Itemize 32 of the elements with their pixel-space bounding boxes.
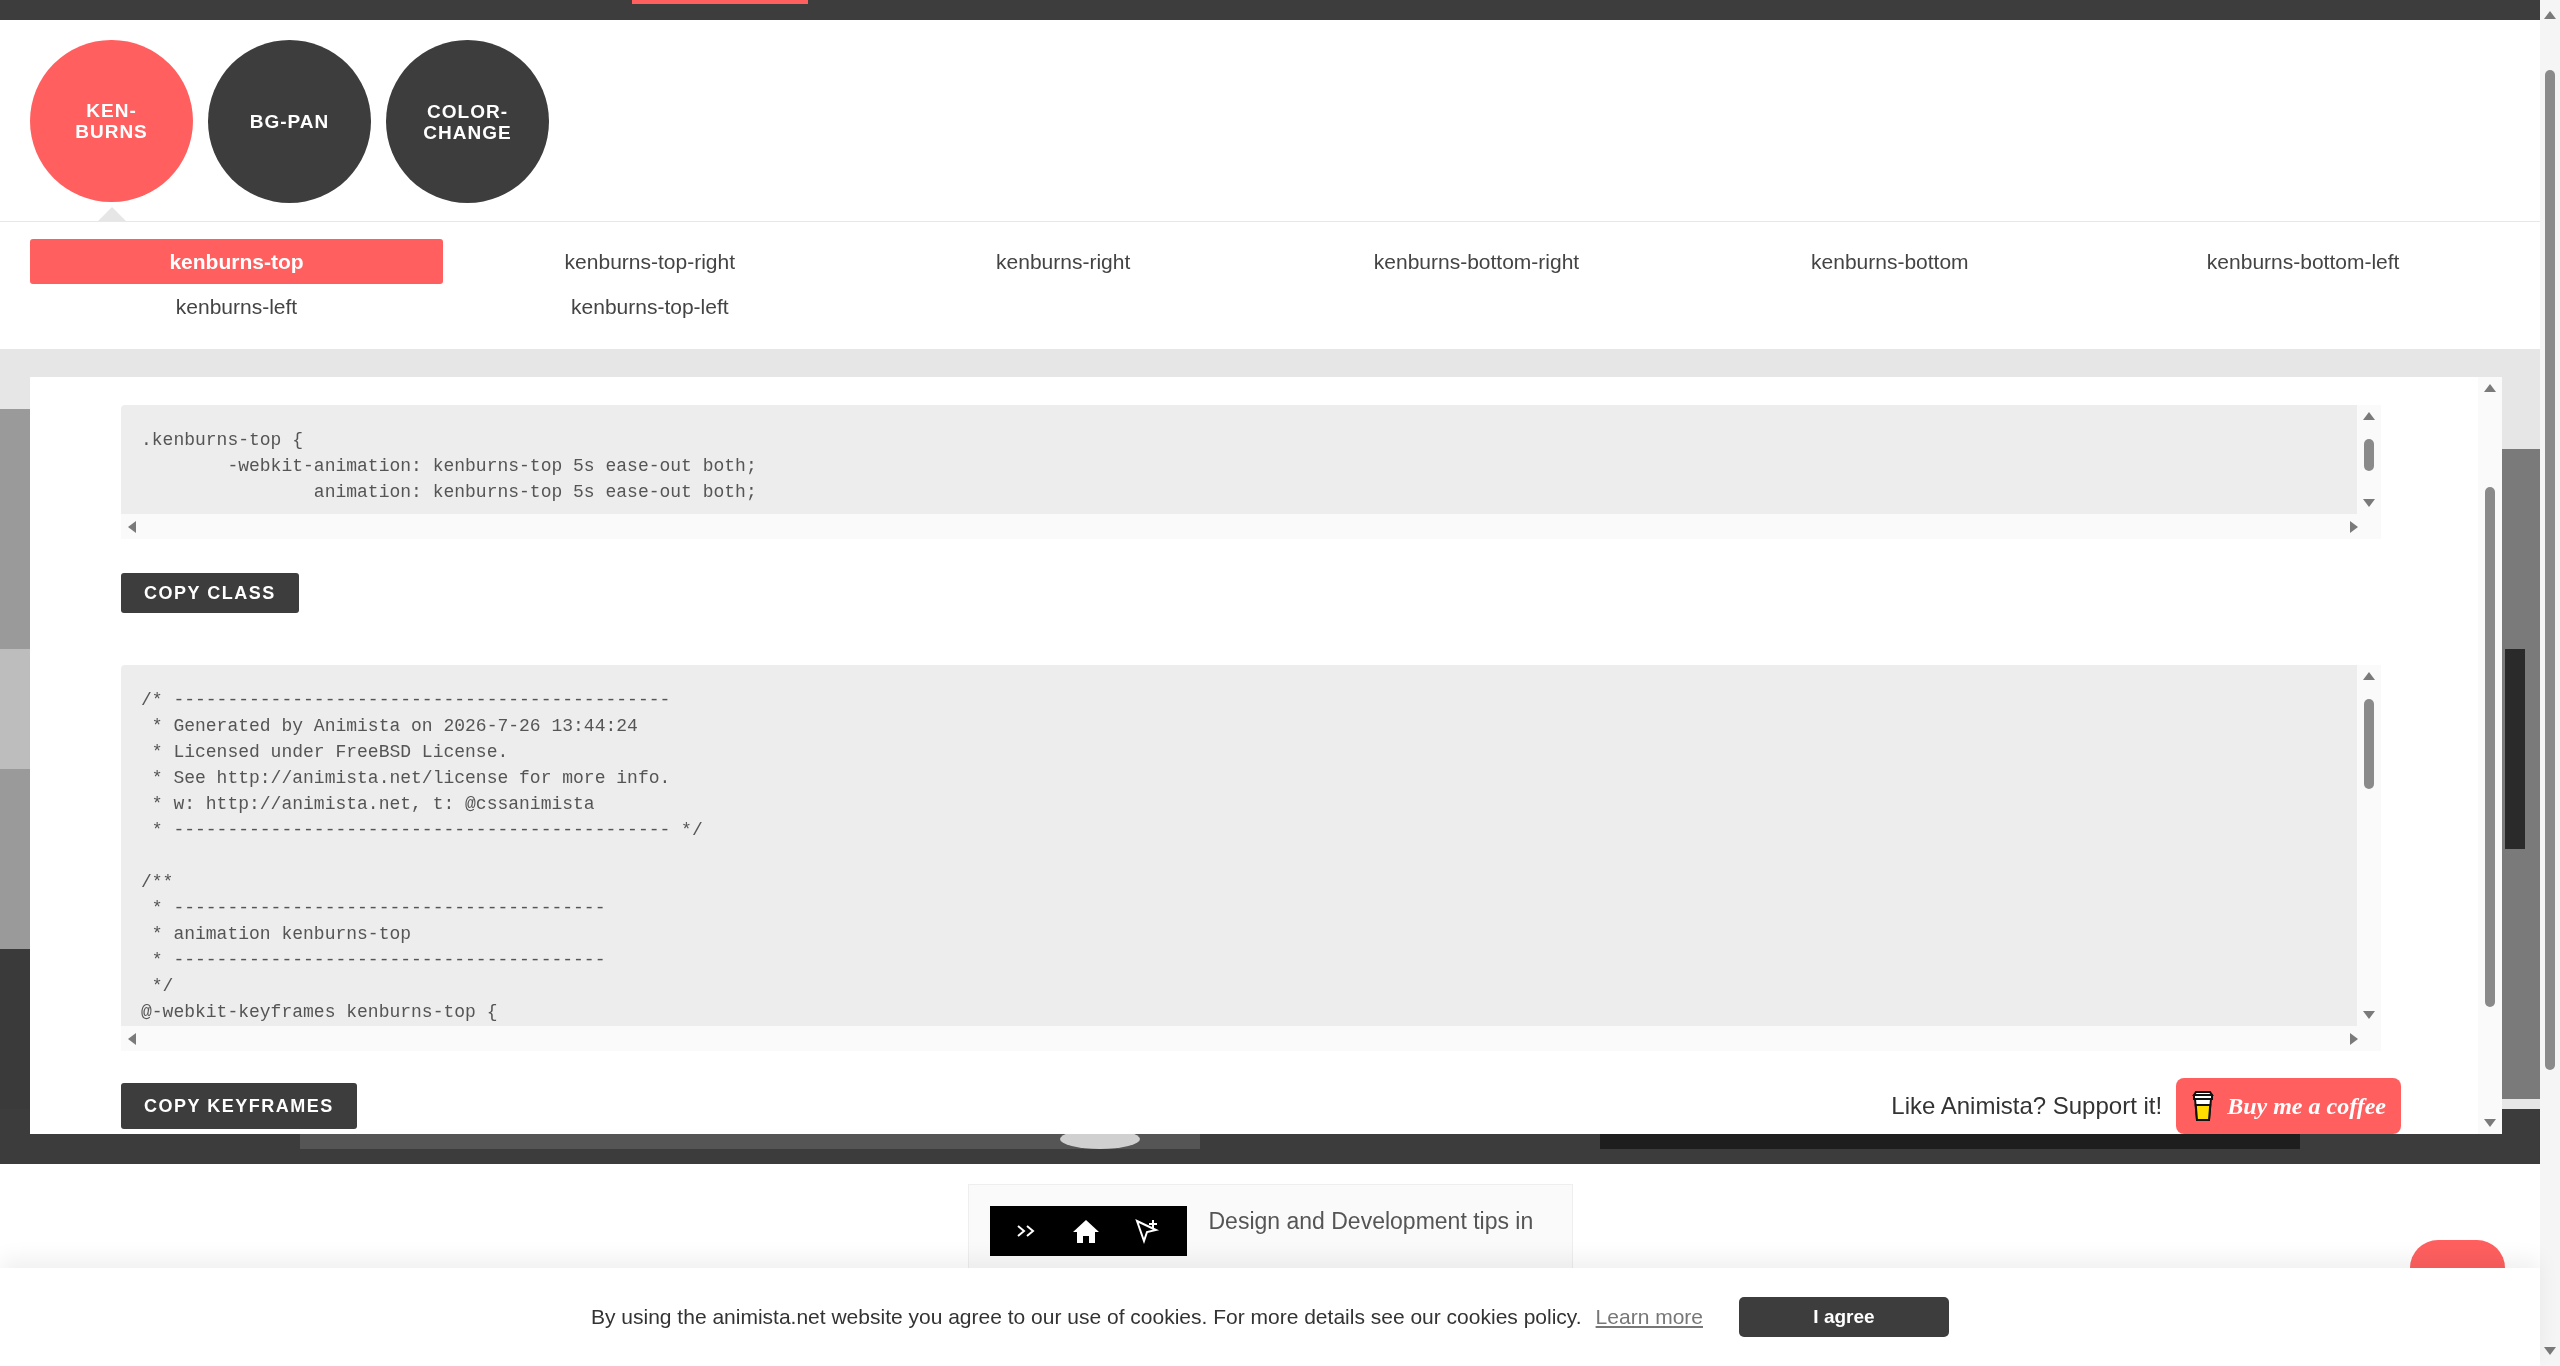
category-button[interactable]: BG-PAN (208, 40, 371, 203)
vertical-scrollbar[interactable] (2357, 665, 2381, 1026)
coffee-cup-icon (2191, 1090, 2216, 1122)
animation-tab[interactable]: kenburns-left (30, 284, 443, 329)
animation-tab[interactable]: kenburns-bottom-right (1270, 239, 1683, 284)
horizontal-scrollbar[interactable] (121, 1026, 2381, 1051)
card-scrollbar[interactable] (2478, 377, 2502, 1134)
code-block: /* ---------------------------------------------- * Generated by Animista on 2026-7-26 13:44:24 * Licensed under FreeBSD License. * See http://animista.net/license for more info. * w: http://animista.net, t: @cssanimista * ---------------------------------------------- */ /** * ---------------------------------------- * animation kenburns-top * ---------------------------------------- */ @-webkit-keyframes kenburns-top { (121, 665, 2357, 1026)
scrollbar-thumb[interactable] (2364, 699, 2374, 789)
animation-tab[interactable]: kenburns-top-left (443, 284, 857, 329)
newsletter-text: Design and Development tips in (1208, 1207, 1534, 1236)
horizontal-scrollbar[interactable] (121, 514, 2381, 539)
scrollbar-thumb[interactable] (2364, 439, 2374, 471)
cookie-text: By using the animista.net website you agree to our use of cookies. For more details see our cookies policy. (591, 1304, 1582, 1331)
vertical-scrollbar[interactable] (2357, 405, 2381, 514)
learn-more-link[interactable]: Learn more (1595, 1301, 1703, 1333)
animation-tab[interactable]: kenburns-bottom (1683, 239, 2097, 284)
floating-coffee-button[interactable] (2410, 1240, 2505, 1268)
support-text: Like Animista? Support it! (1891, 1091, 2163, 1121)
page-scrollbar[interactable] (2540, 0, 2560, 1366)
home-icon[interactable] (1072, 1218, 1100, 1244)
animation-tab[interactable]: kenburns-bottom-left (2096, 239, 2510, 284)
cursor-plus-icon[interactable] (1133, 1218, 1160, 1244)
copy-keyframes-button[interactable]: COPY KEYFRAMES (121, 1083, 357, 1129)
animation-tab[interactable]: kenburns-top-right (443, 239, 857, 284)
category-button[interactable]: COLOR-CHANGE (386, 40, 549, 203)
scrollbar-thumb[interactable] (2545, 70, 2555, 1070)
copy-class-button[interactable]: COPY CLASS (121, 573, 299, 613)
agree-button[interactable]: I agree (1739, 1297, 1949, 1337)
code-block: .kenburns-top { -webkit-animation: kenburns-top 5s ease-out both; animation: kenburns-top 5s ease-out both; (121, 405, 2357, 514)
animation-tab[interactable]: kenburns-right (856, 239, 1270, 284)
scrollbar-thumb[interactable] (2485, 487, 2495, 1007)
